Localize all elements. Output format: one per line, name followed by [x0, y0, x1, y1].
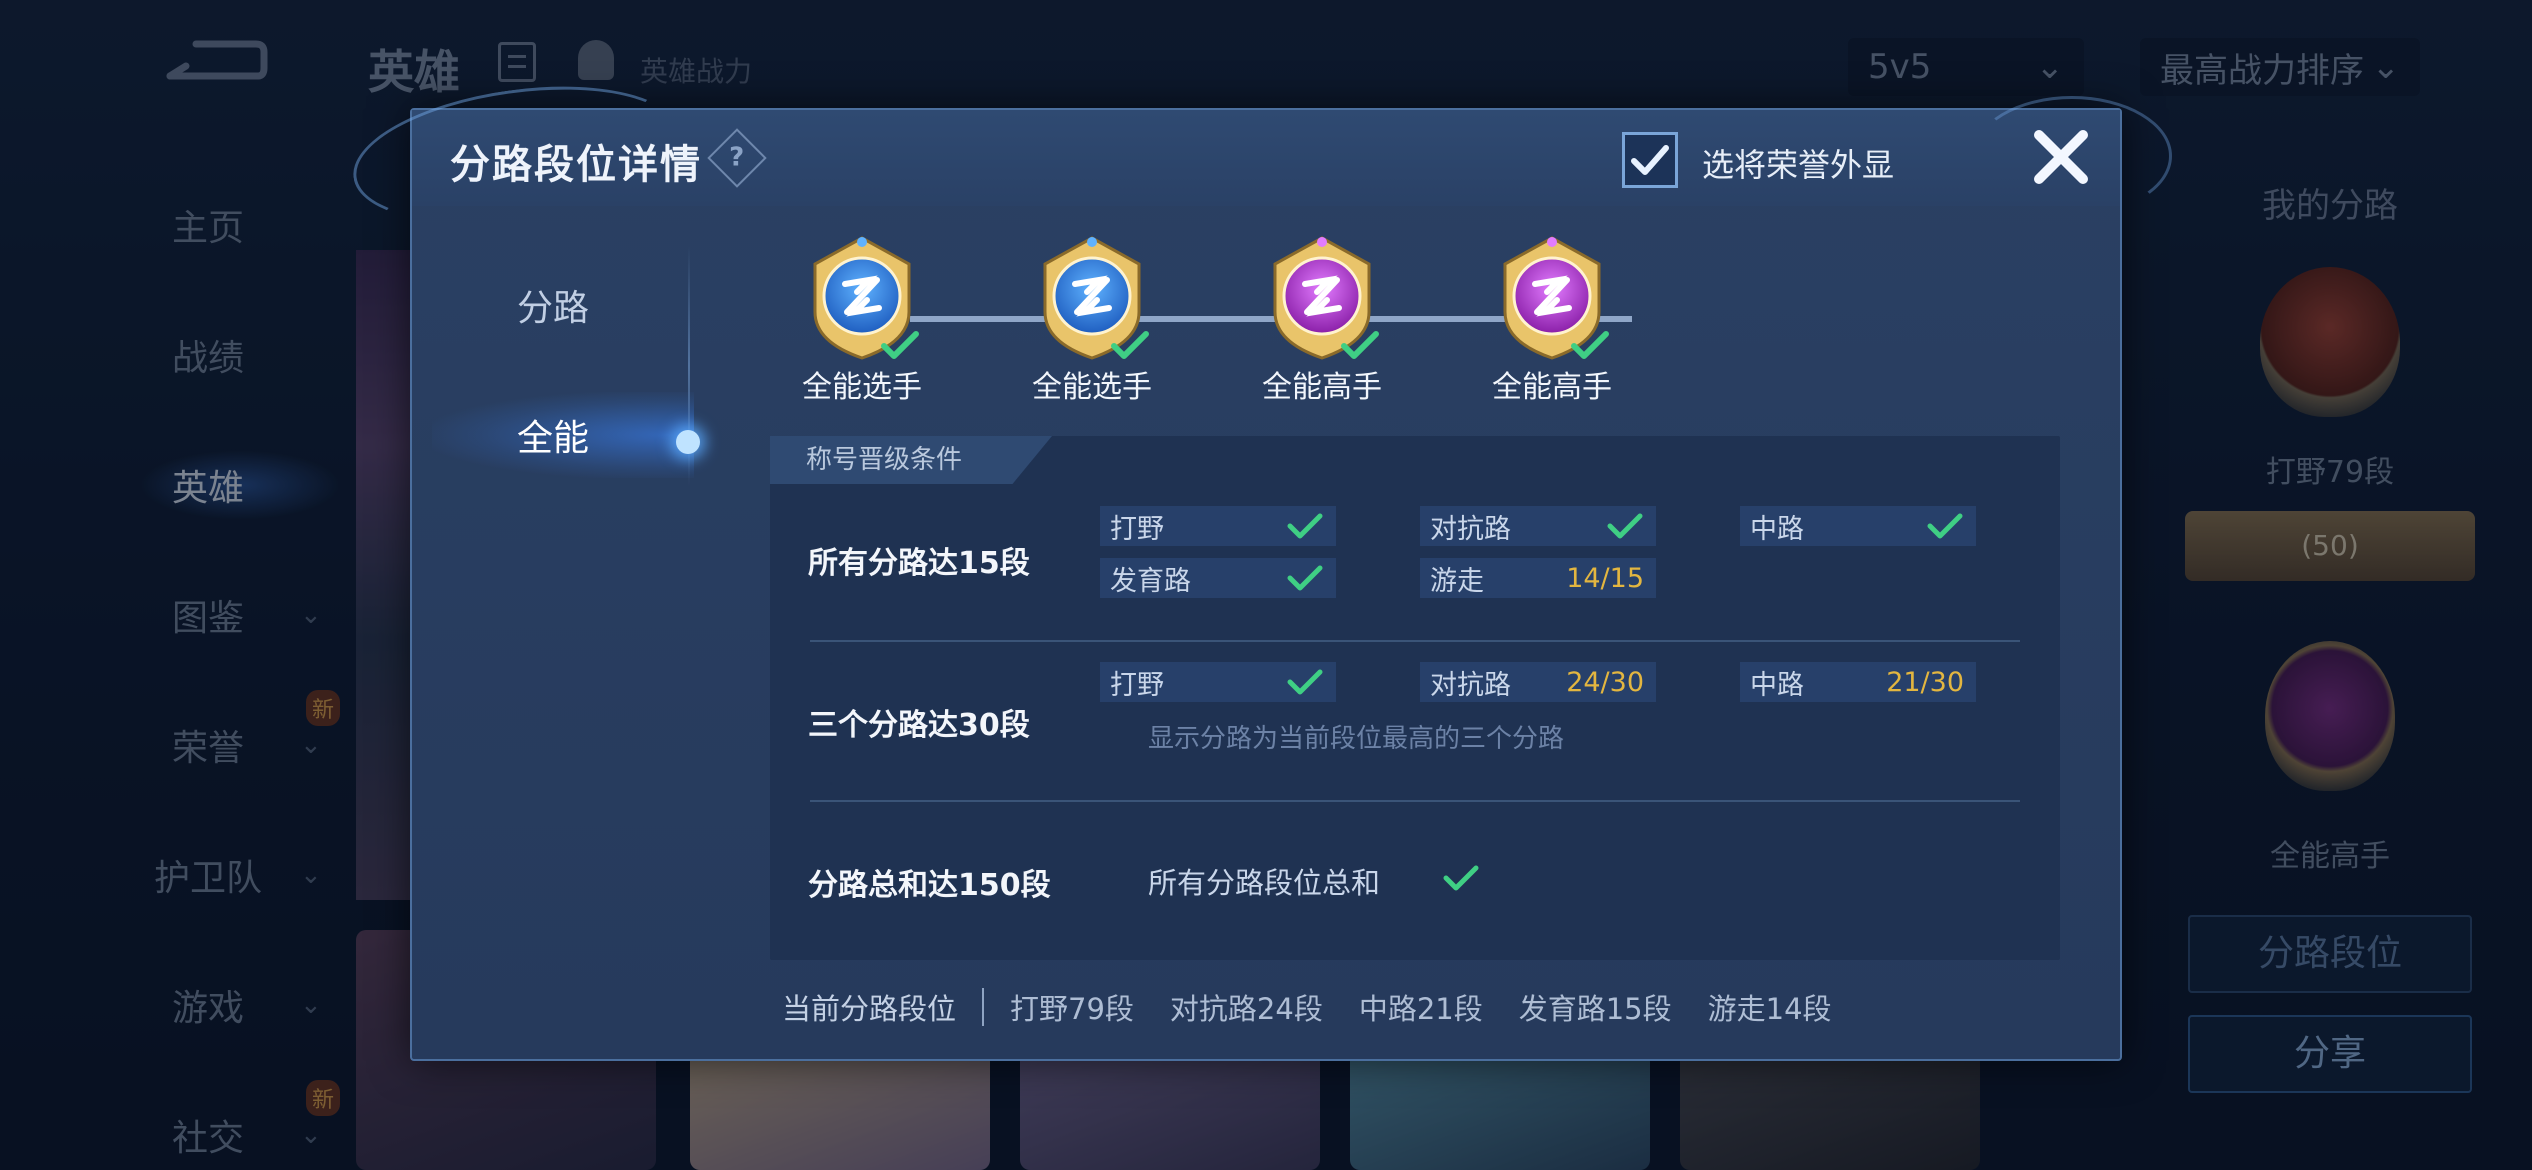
lane-name: 发育路	[1110, 565, 1191, 597]
checkmark-icon	[1631, 145, 1669, 175]
current-lane-ranks: 当前分路段位 打野79段 对抗路24段 中路21段 发育路15段 游走14段	[782, 986, 1868, 1028]
rank-label: 全能选手	[802, 370, 922, 405]
promotion-conditions-panel: 称号晋级条件 所有分路达15段 打野 对抗路 中路 发育路 游走 14/15 三…	[770, 436, 2060, 960]
checkmark-icon	[1287, 669, 1323, 695]
checkmark-icon	[1927, 513, 1963, 539]
lane-chip: 对抗路 24/30	[1420, 662, 1656, 702]
lane-name: 打野	[1110, 669, 1164, 701]
footer-divider	[982, 988, 985, 1026]
close-button[interactable]	[2024, 120, 2098, 194]
rank-label: 全能选手	[1032, 370, 1152, 405]
lane-name: 中路	[1750, 669, 1804, 701]
lane-chip: 打野	[1100, 506, 1336, 546]
rank-badge[interactable]: 全能选手	[992, 230, 1192, 406]
close-icon	[2034, 130, 2088, 184]
current-ranks-label: 当前分路段位	[782, 992, 957, 1026]
checkmark-icon	[881, 331, 919, 359]
lane-chip: 对抗路	[1420, 506, 1656, 546]
lane-name: 中路	[1750, 513, 1804, 545]
checkmark-icon	[1287, 513, 1323, 539]
checkmark-icon	[1443, 865, 1479, 891]
tab-lanes[interactable]: 分路	[412, 240, 694, 370]
honor-display-label[interactable]: 选将荣誉外显	[1702, 140, 1894, 186]
rank-label: 全能高手	[1492, 370, 1612, 405]
tab-label: 分路	[516, 288, 589, 329]
lane-chip: 发育路	[1100, 558, 1336, 598]
checkmark-icon	[1607, 513, 1643, 539]
lane-rank-jungle: 打野79段	[1010, 992, 1134, 1026]
lane-chip: 中路	[1740, 506, 1976, 546]
condition-title: 所有分路达15段	[808, 546, 1030, 581]
lane-chip: 中路 21/30	[1740, 662, 1976, 702]
lane-name: 游走	[1430, 565, 1484, 597]
lane-name: 对抗路	[1430, 669, 1511, 701]
rank-badge[interactable]: 全能高手	[1222, 230, 1422, 406]
lane-name: 对抗路	[1430, 513, 1511, 545]
lane-name: 打野	[1110, 513, 1164, 545]
lane-progress: 14/15	[1566, 562, 1644, 594]
lane-progress: 21/30	[1886, 666, 1964, 698]
lane-progress: 24/30	[1566, 666, 1644, 698]
lane-chip: 游走 14/15	[1420, 558, 1656, 598]
condition-title: 分路总和达150段	[808, 868, 1051, 903]
dialog-tabs: 分路 全能	[412, 240, 694, 500]
row-divider	[810, 640, 2020, 642]
rank-label: 全能高手	[1262, 370, 1382, 405]
condition-note: 显示分路为当前段位最高的三个分路	[1148, 724, 1565, 754]
lane-rank-farm: 发育路15段	[1518, 992, 1672, 1026]
row-divider	[810, 800, 2020, 802]
dialog-title: 分路段位详情	[450, 142, 702, 188]
rank-badge[interactable]: 全能选手	[790, 230, 962, 406]
honor-display-checkbox[interactable]	[1622, 132, 1678, 188]
checkmark-icon	[1571, 331, 1609, 359]
tab-active-indicator	[676, 430, 700, 454]
lane-rank-roam: 游走14段	[1707, 992, 1832, 1026]
checkmark-icon	[1341, 331, 1379, 359]
condition-text: 所有分路段位总和	[1148, 866, 1381, 900]
lane-rank-clash: 对抗路24段	[1169, 992, 1323, 1026]
lane-rank-detail-dialog: 分路段位详情 ? 选将荣誉外显 分路 全能 全能选手 全能选手 全能高手 全能高手全能…	[344, 67, 2172, 1061]
condition-title: 三个分路达30段	[808, 708, 1030, 743]
checkmark-icon	[1287, 565, 1323, 591]
tab-allround[interactable]: 全能	[412, 370, 694, 500]
rank-badge[interactable]: 全能高手	[1452, 230, 1632, 406]
lane-rank-mid: 中路21段	[1358, 992, 1483, 1026]
lane-chip: 打野	[1100, 662, 1336, 702]
help-glyph: ?	[729, 143, 745, 173]
tab-label: 全能	[516, 418, 589, 459]
section-tag: 称号晋级条件	[770, 436, 1052, 484]
checkmark-icon	[1111, 331, 1149, 359]
